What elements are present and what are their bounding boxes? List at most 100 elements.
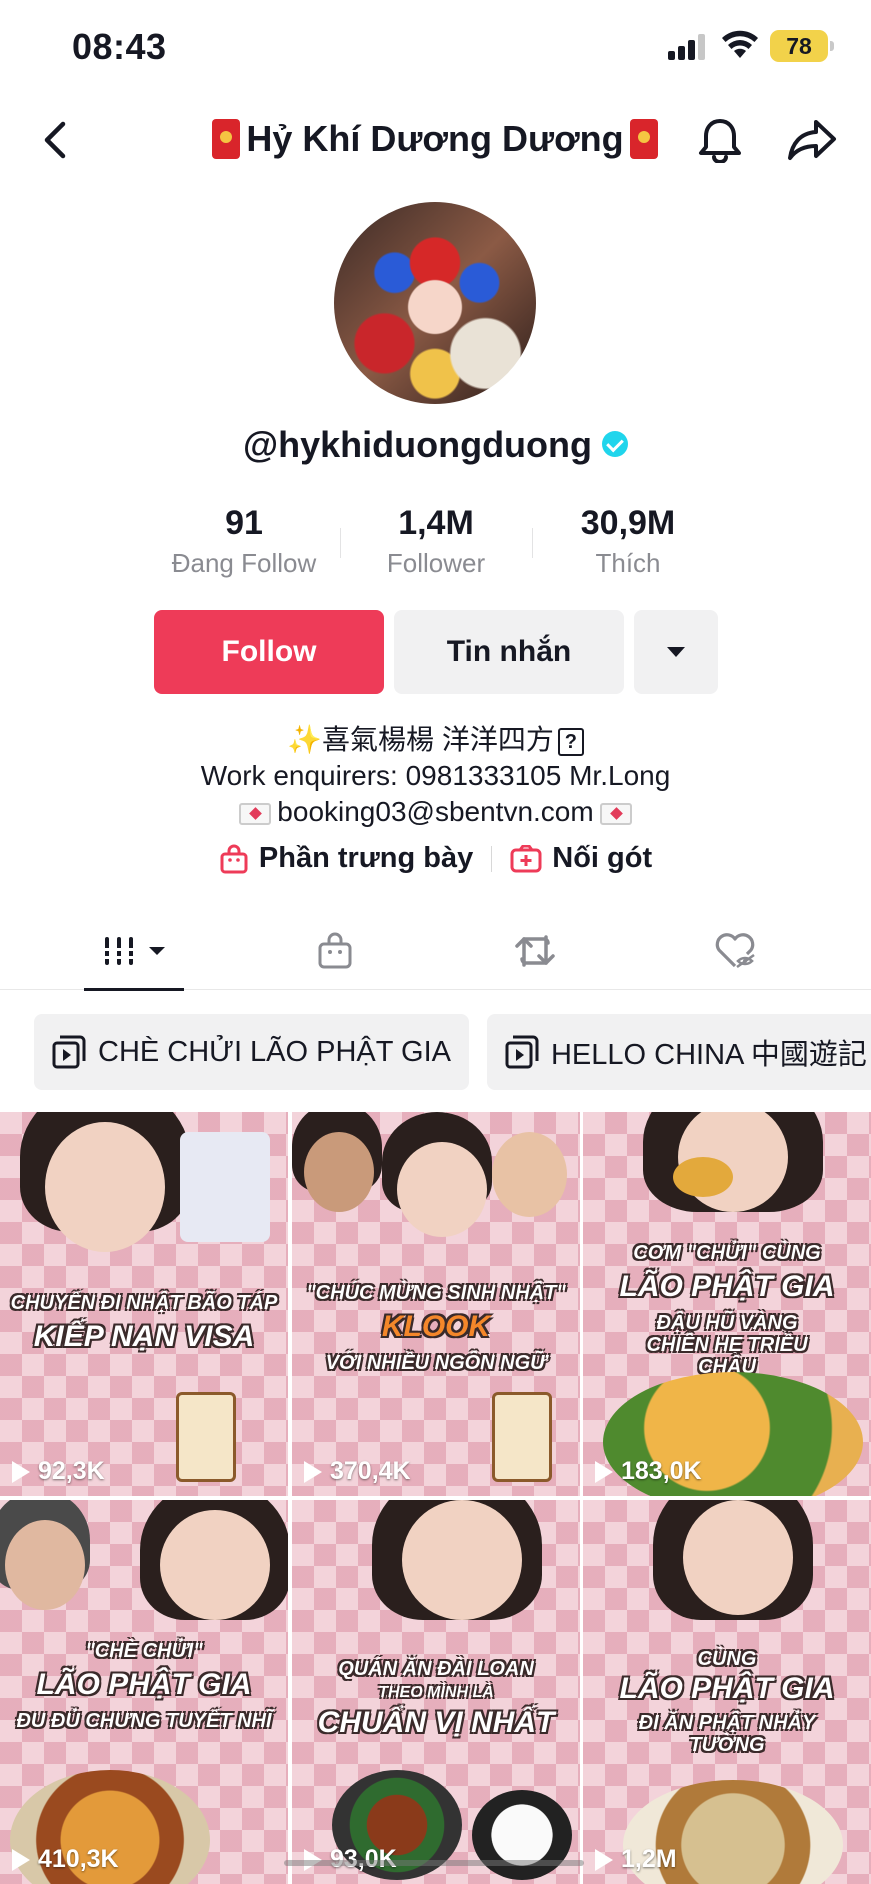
thumbnail-figure (160, 1510, 270, 1620)
bio-line-1: ✨喜氣楊楊 洋洋四方? (0, 722, 871, 758)
caret-down-icon (667, 647, 685, 657)
status-time: 08:43 (72, 26, 167, 67)
profile-stats: 91 Đang Follow 1,4M Follower 30,9M Thích (148, 500, 724, 590)
video-caption: KLOOK (381, 1310, 491, 1343)
page-title: Hỷ Khí Dương Dương (210, 114, 660, 164)
video-caption: QUÁN ĂN ĐÀI LOAN (338, 1658, 534, 1680)
bell-icon (699, 119, 741, 163)
chevron-left-icon (44, 121, 66, 159)
video-thumbnail[interactable]: CHUYẾN ĐI NHẬT BÃO TÁP KIẾP NẠN VISA 92,… (0, 1112, 288, 1496)
video-caption: VỚI NHIỀU NGÔN NGỮ (325, 1352, 547, 1374)
share-button[interactable] (782, 112, 842, 168)
shopping-bag-icon (220, 844, 248, 873)
tab-videos[interactable] (84, 912, 184, 991)
playlist-chip[interactable]: HELLO CHINA 中國遊記 (486, 1014, 871, 1090)
bio-line-2: Work enquirers: 0981333105 Mr.Long (200, 760, 671, 791)
message-button[interactable]: Tin nhắn (394, 610, 624, 694)
stat-value: 91 (225, 504, 263, 542)
thumbnail-figure (45, 1122, 165, 1252)
divider (491, 845, 493, 872)
play-icon (12, 1848, 30, 1871)
love-letter-icon (599, 802, 632, 825)
video-caption: "CHÚC MỪNG SINH NHẬT" (306, 1282, 566, 1304)
bio-line-3: booking03@sbentvn.com (0, 794, 871, 830)
repost-icon (515, 935, 555, 967)
grid-icon (105, 937, 133, 965)
playlist-row: CHÈ CHỬI LÃO PHẬT GIA HELLO CHINA 中國遊記 (34, 1014, 871, 1090)
love-letter-icon (239, 802, 272, 825)
showcase-label: Phần trưng bày (258, 842, 474, 874)
view-count-text: 410,3K (38, 1845, 119, 1873)
horizontal-scroll-indicator (284, 1860, 584, 1866)
stat-label: Thích (595, 548, 661, 578)
suggested-accounts-button[interactable] (634, 610, 718, 694)
stat-following[interactable]: 91 Đang Follow (148, 500, 340, 590)
profile-actions: Follow Tin nhắn (154, 610, 718, 694)
back-button[interactable] (28, 114, 80, 166)
page-title-text: Hỷ Khí Dương Dương (246, 118, 624, 159)
tab-liked-private[interactable] (635, 912, 835, 990)
status-bar: 08:43 78 (0, 0, 871, 96)
stat-likes[interactable]: 30,9M Thích (532, 500, 724, 590)
playlist-chip[interactable]: CHÈ CHỬI LÃO PHẬT GIA (34, 1014, 469, 1090)
view-count-text: 1,2M (621, 1845, 677, 1873)
duet-link[interactable]: Nối gót (510, 842, 652, 875)
share-arrow-icon (788, 120, 836, 160)
view-count-text: 183,0K (621, 1457, 702, 1485)
playlist-icon (52, 1035, 86, 1069)
thumbnail-prop (180, 1132, 270, 1242)
thumbnail-figure (402, 1500, 522, 1620)
thumbnail-figure (492, 1132, 567, 1217)
avatar[interactable] (334, 202, 536, 404)
bio-email: booking03@sbentvn.com (277, 796, 594, 827)
video-thumbnail[interactable]: CƠM "CHỬI" CÙNG LÃO PHẬT GIA ĐẬU HŨ VÀNG… (583, 1112, 871, 1496)
tab-reposts[interactable] (435, 912, 635, 990)
thumbnail-prop (472, 1790, 572, 1880)
thumbnail-prop (673, 1157, 733, 1197)
video-caption: KIẾP NẠN VISA (33, 1320, 255, 1353)
video-caption: THEO MÌNH LÀ (378, 1684, 494, 1701)
thumbnail-prop (176, 1392, 236, 1482)
tab-shop[interactable] (235, 912, 435, 990)
play-icon (595, 1460, 613, 1483)
video-caption: CƠM "CHỬI" CÙNG (633, 1242, 821, 1264)
stat-followers[interactable]: 1,4M Follower (340, 500, 532, 590)
playlist-icon (505, 1035, 539, 1069)
video-thumbnail[interactable]: QUÁN ĂN ĐÀI LOAN THEO MÌNH LÀ CHUẨN VỊ N… (292, 1500, 580, 1884)
video-caption: CHUẨN VỊ NHẤT (317, 1706, 555, 1739)
add-video-icon (510, 844, 542, 872)
heart-hidden-icon (715, 933, 755, 969)
video-caption: ĐẬU HŨ VÀNG CHIÊN HẸ TRIỀU CHÂU (646, 1312, 808, 1378)
video-caption: ĐI ĂN PHẬT NHẢY TƯỜNG (638, 1712, 816, 1756)
play-icon (12, 1460, 30, 1483)
notification-bell-button[interactable] (692, 112, 748, 168)
video-thumbnail[interactable]: "CHÈ CHỬI" LÃO PHẬT GIA ĐU ĐỦ CHƯNG TUYẾ… (0, 1500, 288, 1884)
stat-label: Follower (386, 548, 486, 578)
caret-down-icon (149, 947, 165, 955)
view-count: 410,3K (12, 1845, 119, 1874)
red-envelope-icon (629, 119, 658, 159)
content-tabs (0, 912, 871, 991)
shopping-bag-icon (318, 932, 352, 969)
video-thumbnail[interactable]: "CHÚC MỪNG SINH NHẬT" KLOOK VỚI NHIỀU NG… (292, 1112, 580, 1496)
unknown-glyph-box: ? (557, 727, 584, 756)
profile-header: Hỷ Khí Dương Dương (0, 100, 871, 180)
showcase-link[interactable]: Phần trưng bày (219, 842, 473, 875)
view-count-text: 92,3K (38, 1457, 105, 1485)
duet-label: Nối gót (552, 842, 653, 874)
playlist-label: HELLO CHINA 中國遊記 (550, 1039, 867, 1071)
video-caption: CÙNG (697, 1648, 757, 1670)
play-icon (304, 1460, 322, 1483)
thumbnail-figure (683, 1500, 793, 1615)
follow-button[interactable]: Follow (154, 610, 384, 694)
play-icon (595, 1848, 613, 1871)
playlist-label: CHÈ CHỬI LÃO PHẬT GIA (98, 1035, 451, 1068)
view-count: 92,3K (12, 1457, 105, 1486)
view-count: 370,4K (304, 1457, 411, 1486)
view-count-text: 370,4K (330, 1457, 411, 1485)
wifi-icon (722, 30, 758, 58)
stat-value: 1,4M (398, 504, 474, 542)
thumbnail-figure (5, 1520, 85, 1610)
view-count: 1,2M (595, 1845, 677, 1874)
video-thumbnail[interactable]: CÙNG LÃO PHẬT GIA ĐI ĂN PHẬT NHẢY TƯỜNG … (583, 1500, 871, 1884)
